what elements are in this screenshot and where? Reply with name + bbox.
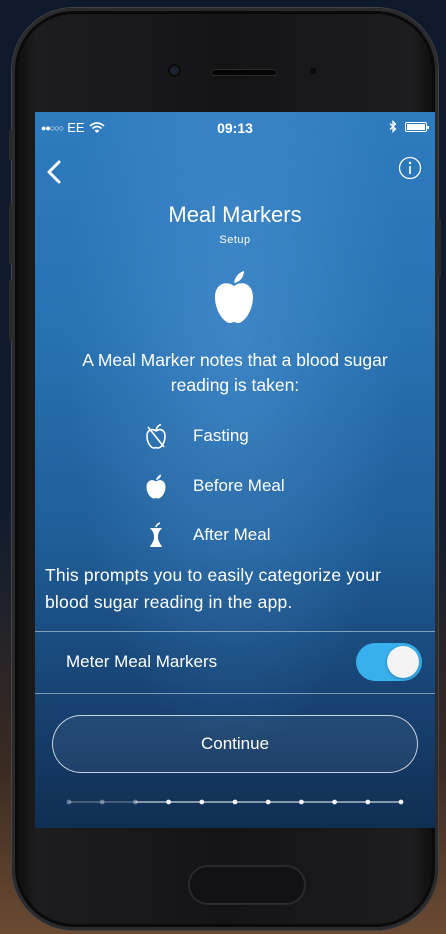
earpiece-speaker bbox=[212, 70, 276, 75]
power-button bbox=[437, 218, 441, 278]
meter-meal-markers-row: Meter Meal Markers bbox=[35, 632, 435, 694]
progress-dot bbox=[398, 799, 404, 805]
home-button[interactable] bbox=[188, 865, 306, 905]
back-chevron-icon[interactable] bbox=[43, 158, 67, 186]
progress-dot bbox=[133, 799, 138, 805]
meter-meal-markers-toggle[interactable] bbox=[356, 643, 422, 681]
status-bar: ●●○○○ EE 09:13 bbox=[35, 112, 435, 138]
status-time: 09:13 bbox=[217, 120, 253, 136]
info-icon[interactable] bbox=[398, 156, 422, 180]
progress-dot bbox=[199, 799, 205, 805]
divider bbox=[35, 693, 435, 694]
volume-down-button bbox=[9, 280, 13, 340]
progress-dot bbox=[99, 799, 105, 805]
progress-dot bbox=[265, 799, 271, 805]
marker-label: Before Meal bbox=[193, 476, 285, 495]
apple-icon bbox=[215, 271, 253, 323]
setup-progress-indicator bbox=[66, 799, 404, 805]
app-screen: ●●○○○ EE 09:13 Meal Markers Setup A Meal… bbox=[35, 112, 435, 828]
progress-dot bbox=[299, 799, 304, 805]
battery-icon bbox=[405, 121, 429, 132]
apple-icon bbox=[145, 473, 167, 499]
meal-marker-description: A Meal Marker notes that a blood sugar r… bbox=[82, 350, 388, 395]
proximity-sensor bbox=[310, 68, 316, 74]
continue-button[interactable]: Continue bbox=[52, 715, 418, 773]
silent-switch bbox=[9, 130, 13, 160]
page-title: Meal Markers bbox=[168, 202, 302, 227]
progress-dot bbox=[166, 799, 171, 805]
progress-dot bbox=[365, 799, 371, 805]
status-right bbox=[389, 120, 429, 133]
categorize-prompt: This prompts you to easily categorize yo… bbox=[45, 565, 382, 612]
marker-label: Fasting bbox=[193, 426, 249, 445]
marker-label: After Meal bbox=[193, 525, 271, 544]
apple-core-icon bbox=[145, 522, 167, 548]
toggle-knob bbox=[387, 646, 419, 678]
bluetooth-icon bbox=[389, 120, 397, 133]
marker-item-before-meal: Before Meal bbox=[145, 471, 285, 501]
meter-meal-markers-label: Meter Meal Markers bbox=[66, 652, 218, 671]
page-subtitle: Setup bbox=[219, 234, 251, 246]
progress-dot bbox=[332, 799, 337, 805]
marker-item-fasting: Fasting bbox=[145, 421, 249, 451]
front-camera bbox=[170, 66, 179, 75]
apple-outline-icon bbox=[145, 423, 167, 449]
progress-dot bbox=[66, 799, 72, 805]
marker-item-after-meal: After Meal bbox=[145, 520, 270, 550]
progress-dot bbox=[232, 799, 238, 805]
volume-up-button bbox=[9, 204, 13, 264]
